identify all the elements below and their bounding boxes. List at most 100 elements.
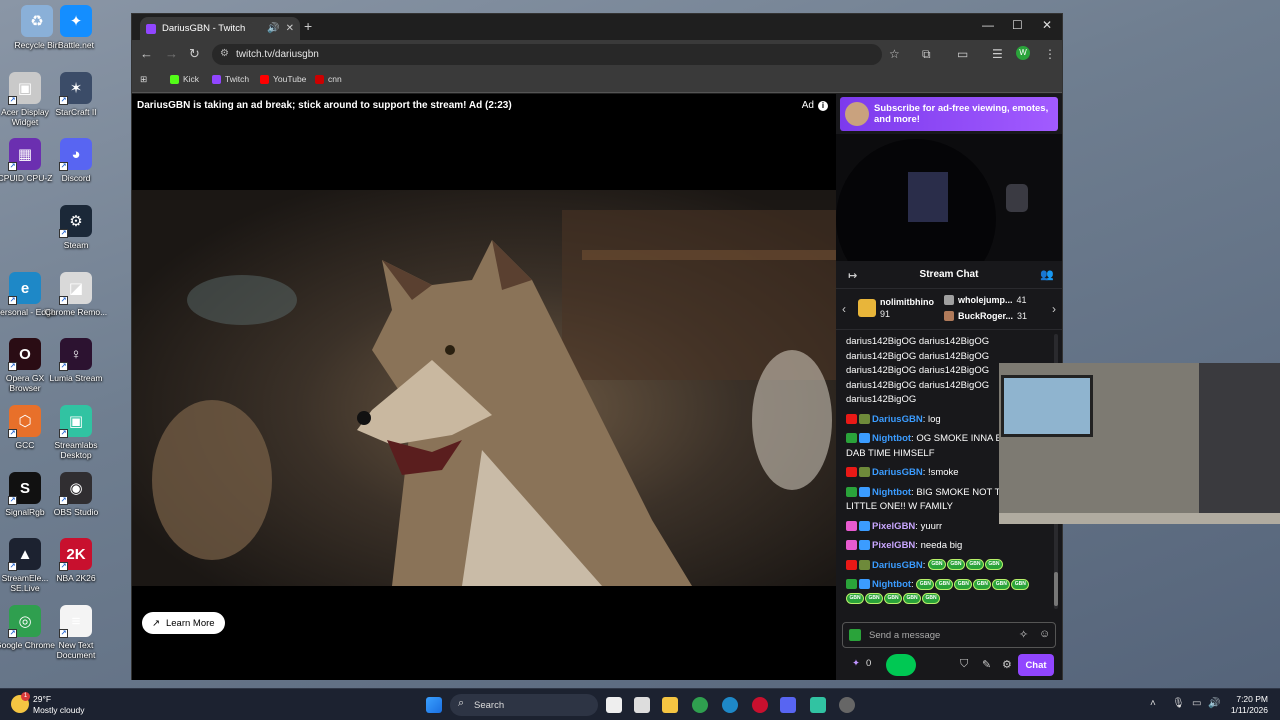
chat-input[interactable]: Send a message ✧ ☺ bbox=[842, 622, 1056, 648]
bookmark-kick[interactable]: Kick bbox=[170, 74, 199, 84]
bookmark-twitch[interactable]: Twitch bbox=[212, 74, 249, 84]
chat-badge-icon[interactable] bbox=[846, 413, 857, 424]
extensions-icon[interactable]: ⧉ bbox=[922, 47, 931, 62]
sparkle-icon[interactable]: ✧ bbox=[1019, 628, 1028, 641]
volume-icon[interactable]: 🔊 bbox=[1208, 698, 1220, 709]
profile-avatar[interactable]: W bbox=[1016, 46, 1030, 60]
chat-badge-icon[interactable] bbox=[859, 559, 870, 570]
community-icon[interactable]: 👥 bbox=[1040, 268, 1054, 281]
gbn-emote-icon[interactable]: GBN bbox=[935, 578, 954, 590]
chat-username[interactable]: Nightbot bbox=[872, 579, 911, 590]
maximize-icon[interactable]: ☐ bbox=[1012, 18, 1023, 32]
task-view-icon[interactable] bbox=[606, 697, 622, 713]
mic-icon[interactable]: 🎙 bbox=[1172, 698, 1185, 709]
leaderboard-prev-icon[interactable]: ‹ bbox=[842, 302, 846, 316]
gbn-emote-icon[interactable]: GBN bbox=[973, 578, 992, 590]
leaderboard-next-icon[interactable]: › bbox=[1052, 302, 1056, 316]
menu-icon[interactable]: ⋮ bbox=[1044, 47, 1056, 61]
widgets-icon[interactable] bbox=[634, 697, 650, 713]
chat-badge-icon[interactable] bbox=[859, 467, 870, 478]
chat-badge-icon[interactable] bbox=[859, 540, 870, 551]
desktop-icon-lumia-stream[interactable]: ♀ ↗ Lumia Stream bbox=[44, 338, 108, 404]
info-icon[interactable]: i bbox=[818, 100, 828, 111]
chat-badge-icon[interactable] bbox=[859, 433, 870, 444]
gbn-emote-icon[interactable]: GBN bbox=[965, 559, 984, 571]
gbn-emote-icon[interactable]: GBN bbox=[984, 559, 1003, 571]
cast-icon[interactable]: ▭ bbox=[957, 47, 968, 61]
chat-badge-icon[interactable] bbox=[846, 467, 857, 478]
gbn-emote-icon[interactable]: GBN bbox=[1011, 578, 1030, 590]
desktop-icon-steam[interactable]: ⚙ ↗ Steam bbox=[44, 205, 108, 271]
video-player[interactable]: DariusGBN is taking an ad break; stick a… bbox=[132, 94, 836, 680]
streamlabs-taskbar-icon[interactable] bbox=[810, 697, 826, 713]
chat-username[interactable]: Nightbot bbox=[872, 487, 911, 498]
chat-badge-icon[interactable] bbox=[859, 579, 870, 590]
pencil-icon[interactable]: ✎ bbox=[982, 658, 991, 671]
taskbar-search[interactable]: ⌕ Search bbox=[450, 694, 598, 716]
desktop-icon-nba-2k26[interactable]: 2K ↗ NBA 2K26 bbox=[44, 538, 108, 604]
minimize-icon[interactable]: — bbox=[982, 18, 994, 32]
channel-points[interactable]: ✦ 0 bbox=[852, 658, 871, 669]
network-icon[interactable]: ▭ bbox=[1192, 698, 1201, 709]
url-bar[interactable]: ⚙ twitch.tv/dariusgbn bbox=[212, 44, 882, 65]
tray-overflow-icon[interactable]: ˄ bbox=[1150, 698, 1156, 709]
desktop-icon-battle-net[interactable]: ✦ Battle.net bbox=[44, 5, 108, 71]
close-window-icon[interactable]: ✕ bbox=[1042, 18, 1052, 32]
chat-badge-icon[interactable] bbox=[846, 486, 857, 497]
gbn-emote-icon[interactable]: GBN bbox=[903, 593, 921, 605]
new-tab-icon[interactable]: + bbox=[304, 18, 312, 34]
edge-taskbar-icon[interactable] bbox=[722, 697, 738, 713]
gbn-emote-icon[interactable]: GBN bbox=[954, 578, 973, 590]
chat-badge-icon[interactable] bbox=[846, 540, 857, 551]
chat-badge-icon[interactable] bbox=[859, 520, 870, 531]
gbn-emote-icon[interactable]: GBN bbox=[922, 593, 940, 605]
gbn-emote-icon[interactable]: GBN bbox=[846, 593, 864, 605]
chat-badge-icon[interactable] bbox=[859, 413, 870, 424]
gbn-emote-icon[interactable]: GBN bbox=[992, 578, 1011, 590]
site-info-icon[interactable]: ⚙ bbox=[220, 48, 229, 59]
forward-icon[interactable]: → bbox=[165, 46, 178, 61]
scroll-thumb[interactable] bbox=[1054, 572, 1058, 606]
desktop-icon-new-text-document[interactable]: ≡ ↗ New Text Document bbox=[44, 605, 108, 671]
apps-icon[interactable]: ⊞ bbox=[140, 74, 147, 85]
start-icon[interactable] bbox=[426, 697, 442, 713]
chrome-taskbar-icon[interactable] bbox=[692, 697, 708, 713]
desktop-icon-obs-studio[interactable]: ◉ ↗ OBS Studio bbox=[44, 472, 108, 538]
emote-picker-icon[interactable]: ☺ bbox=[1039, 628, 1050, 640]
bookmark-star-icon[interactable]: ☆ bbox=[889, 47, 900, 61]
chat-badge-icon[interactable] bbox=[859, 486, 870, 497]
chat-username[interactable]: DariusGBN bbox=[872, 560, 923, 571]
back-icon[interactable]: ← bbox=[140, 46, 153, 61]
subscribe-promo[interactable]: Subscribe for ad-free viewing, emotes, a… bbox=[840, 97, 1058, 131]
gbn-emote-icon[interactable]: GBN bbox=[884, 593, 902, 605]
gbn-emote-icon[interactable]: GBN bbox=[927, 559, 946, 571]
gbn-emote-icon[interactable]: GBN bbox=[946, 559, 965, 571]
chat-badge-icon[interactable] bbox=[846, 433, 857, 444]
gear-icon[interactable]: ⚙ bbox=[1002, 658, 1012, 671]
desktop-icon-streamlabs-desktop[interactable]: ▣ ↗ Streamlabs Desktop bbox=[44, 405, 108, 471]
weather-widget[interactable]: 1 29°F Mostly cloudy bbox=[11, 692, 85, 715]
chat-username[interactable]: PixelGBN bbox=[872, 521, 915, 532]
chat-badge-icon[interactable] bbox=[846, 559, 857, 570]
browser-tab[interactable]: DariusGBN - Twitch 🔊 ✕ bbox=[140, 17, 300, 40]
gbn-emote-icon[interactable]: GBN bbox=[865, 593, 883, 605]
chat-username[interactable]: DariusGBN bbox=[872, 414, 923, 425]
tab-close-icon[interactable]: ✕ bbox=[286, 23, 294, 34]
bookmark-cnn[interactable]: cnn bbox=[315, 74, 342, 84]
chat-badge-icon[interactable] bbox=[846, 579, 857, 590]
clock[interactable]: 7:20 PM 1/11/2026 bbox=[1231, 694, 1268, 715]
obs-taskbar-icon[interactable] bbox=[839, 697, 855, 713]
media-icon[interactable]: ☰ bbox=[992, 47, 1003, 61]
bonus-points-button[interactable] bbox=[886, 654, 916, 676]
opera-taskbar-icon[interactable] bbox=[752, 697, 768, 713]
learn-more-button[interactable]: ↗ Learn More bbox=[142, 612, 225, 634]
chat-username[interactable]: Nightbot bbox=[872, 433, 911, 444]
desktop-icon-discord[interactable]: ◕ ↗ Discord bbox=[44, 138, 108, 204]
desktop-icon-starcraft-ii[interactable]: ✶ ↗ StarCraft II bbox=[44, 72, 108, 138]
tab-audio-icon[interactable]: 🔊 bbox=[267, 23, 279, 34]
leaderboard-first[interactable]: nolimitbhino 91 bbox=[858, 296, 934, 320]
bookmark-youtube[interactable]: YouTube bbox=[260, 74, 306, 84]
collapse-chat-icon[interactable]: ↦ bbox=[848, 269, 857, 282]
leaderboard-third[interactable]: BuckRoger... 31 bbox=[944, 311, 1027, 321]
file-explorer-icon[interactable] bbox=[662, 697, 678, 713]
